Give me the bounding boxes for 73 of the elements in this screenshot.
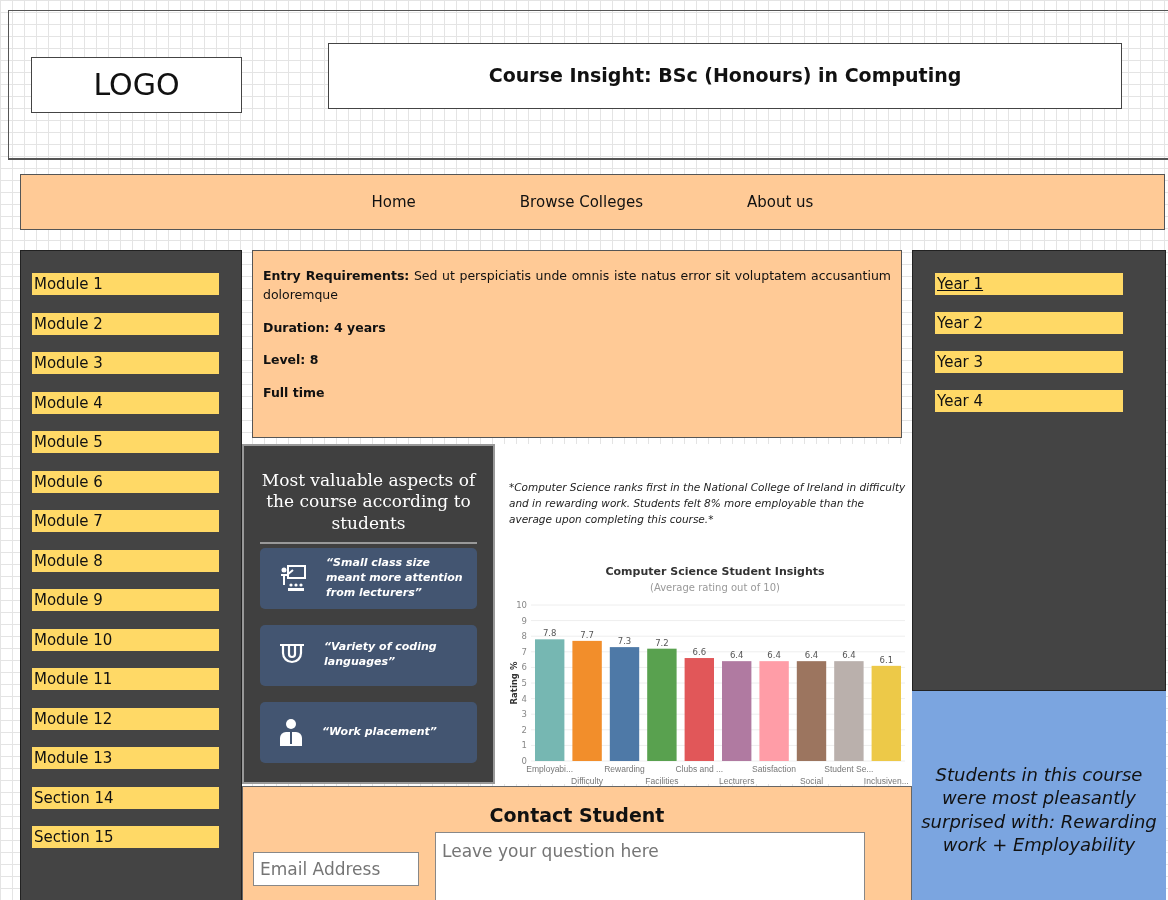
axis-tick-label: Facilities	[645, 776, 679, 787]
axis-tick-label: 2	[521, 725, 527, 736]
sidebar-item[interactable]: Section 15	[32, 826, 219, 848]
sidebar-item[interactable]: Module 9	[32, 589, 219, 611]
year-link[interactable]: Year 3	[935, 351, 1123, 373]
axis-tick-label: Social	[799, 776, 824, 787]
contact-title: Contact Student	[488, 803, 666, 828]
sidebar-item[interactable]: Module 13	[32, 747, 219, 769]
chart-title: Computer Science Student Insights	[605, 565, 825, 579]
sidebar-item[interactable]: Module 12	[32, 707, 219, 730]
chart-subtitle: (Average rating out of 10)	[650, 582, 780, 594]
page-title: Course Insight: BSc (Honours) in Computing	[328, 42, 1122, 109]
email-field[interactable]: Email Address	[253, 851, 419, 886]
info-text: Level: 8	[263, 351, 320, 370]
axis-tick-label: Lecturers	[719, 776, 755, 787]
sidebar-item[interactable]: Module 4	[32, 391, 219, 414]
axis-tick-label: 0	[521, 756, 527, 767]
year-link[interactable]: Year 1	[935, 273, 1123, 295]
bar-value-label: 6.1	[879, 655, 894, 666]
nav-link[interactable]: Home	[319, 175, 468, 229]
logo: LOGO	[31, 56, 242, 113]
aspect-quote: “Work placement”	[322, 724, 437, 740]
aspect-quote: “Small class size meant more attention from lecturers”	[326, 556, 464, 601]
sidebar-item[interactable]: Module 2	[32, 312, 219, 335]
bar-value-label: 6.6	[692, 647, 707, 658]
bar-value-label: 6.4	[767, 650, 781, 661]
sidebar-item[interactable]: Module 10	[32, 628, 219, 651]
question-field[interactable]: Leave your question here	[435, 831, 865, 900]
sidebar-item[interactable]: Module 6	[32, 470, 219, 493]
axis-tick-label: 10	[516, 600, 527, 611]
axis-tick-label: Clubs and ...	[675, 764, 724, 775]
axis-tick-label: Student Se...	[824, 764, 874, 775]
axis-tick-label: 8	[521, 631, 527, 642]
axis-tick-label: 4	[521, 693, 527, 704]
bar-value-label: 7.2	[655, 637, 669, 648]
surprise-text: Students in this course were most pleasantly surprised with: Rewarding work + Employability	[920, 762, 1158, 857]
teacher-icon	[278, 563, 308, 594]
bar-value-label: 6.4	[729, 650, 744, 661]
bar-value-label: 6.4	[804, 650, 819, 661]
sidebar-item[interactable]: Module 11	[32, 668, 219, 690]
axis-tick-label: Rewarding	[604, 764, 645, 775]
nav-link[interactable]: About us	[695, 175, 866, 229]
aspects-title: Most valuable aspects of the course according to students	[260, 470, 477, 544]
axis-tick-label: 1	[521, 740, 527, 751]
sidebar-item[interactable]: Module 7	[32, 510, 219, 532]
axis-tick-label: 7	[521, 647, 527, 658]
axis-tick-label: Difficulty	[571, 776, 604, 787]
info-text: Duration: 4 years	[263, 318, 387, 337]
bar-value-label: 7.7	[580, 630, 594, 641]
sidebar-item[interactable]: Module 8	[32, 549, 219, 572]
axis-tick-label: 5	[521, 678, 527, 689]
year-link[interactable]: Year 4	[935, 390, 1123, 412]
person-icon	[278, 718, 304, 747]
axis-tick-label: 3	[521, 709, 527, 720]
info-text: Full time	[263, 384, 326, 402]
axis-tick-label: 9	[521, 615, 527, 626]
bar-value-label: 7.3	[617, 636, 632, 647]
bar-value-label: 7.8	[542, 628, 557, 639]
axis-label: Rating %	[509, 661, 519, 705]
sidebar-item[interactable]: Module 3	[32, 352, 219, 374]
year-link[interactable]: Year 2	[935, 312, 1123, 334]
axis-tick-label: Employabi...	[526, 764, 574, 775]
axis-tick-label: Satisfaction	[752, 764, 797, 775]
bar-value-label: 6.4	[842, 650, 856, 661]
insight-note: *Computer Science ranks first in the National College of Ireland in difficulty and in rewarding work. Students felt 8% more employable than the average upon completing this course.*	[509, 480, 906, 527]
sidebar-item[interactable]: Module 1	[32, 273, 219, 295]
sidebar-item[interactable]: Module 5	[32, 431, 219, 453]
sidebar-item[interactable]: Section 14	[32, 786, 219, 809]
nav-link[interactable]: Browse Colleges	[467, 175, 695, 229]
info-text: Entry Requirements: Sed ut perspiciatis unde omnis iste natus error sit voluptatem accusantium doloremque	[263, 267, 891, 304]
axis-tick-label: Inclusiven...	[863, 776, 909, 787]
axis-tick-label: 6	[521, 662, 527, 673]
aspect-quote: “Variety of coding languages”	[324, 640, 438, 671]
